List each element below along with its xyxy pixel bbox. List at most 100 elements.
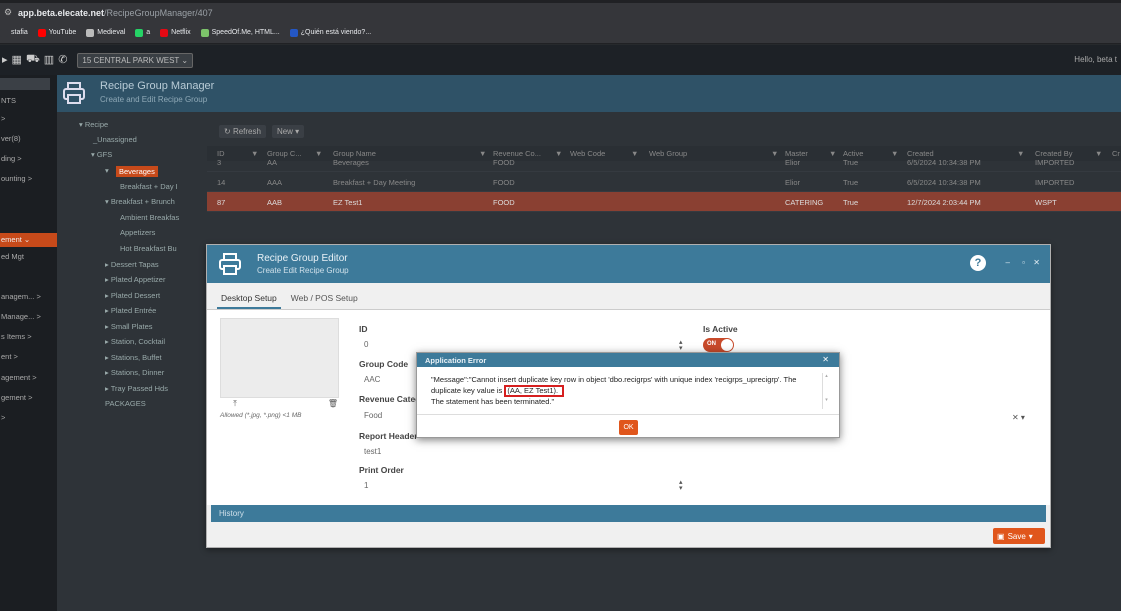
tree-node[interactable]: Beverages — [116, 166, 158, 177]
is-active-toggle[interactable]: ON — [703, 338, 734, 352]
bookmark-item[interactable]: Netflix — [160, 28, 191, 37]
location-select[interactable]: 15 CENTRAL PARK WEST ⌄ — [77, 52, 194, 68]
sidebar-item[interactable]: NTS — [0, 96, 57, 105]
table-cell-active: True — [843, 178, 859, 187]
tree-node[interactable]: _Unassigned — [93, 135, 137, 144]
error-line-2-prefix: duplicate key value is — [431, 386, 505, 395]
print-order-field[interactable]: 1 — [359, 478, 687, 494]
bookmark-item[interactable]: YouTube — [37, 28, 77, 37]
table-cell-created: 6/5/2024 10:34:38 PM — [907, 158, 981, 167]
image-dropzone[interactable] — [220, 318, 339, 398]
sidebar-item[interactable]: > — [0, 114, 57, 123]
help-icon[interactable]: ? — [970, 255, 986, 271]
report-header-field[interactable]: test1 — [359, 444, 687, 460]
site-info-icon[interactable]: ⚙ — [4, 8, 13, 17]
table-cell-name: EZ Test1 — [333, 198, 363, 207]
tree-node[interactable]: ▸ Plated Appetizer — [105, 275, 165, 284]
toggle-on-label: ON — [707, 341, 716, 347]
trash-icon[interactable]: 🗑 — [327, 398, 339, 410]
tab-desktop-setup[interactable]: Desktop Setup — [217, 291, 281, 309]
history-panel[interactable]: History — [211, 505, 1046, 522]
tree-node[interactable]: PACKAGES — [105, 399, 146, 408]
sidebar-item[interactable]: Manage... > — [0, 312, 57, 321]
browser-url-bar[interactable]: ⚙ app.beta.elecate.net /RecipeGroupManag… — [0, 0, 1121, 22]
error-scrollbar[interactable]: ▴ ▾ — [822, 373, 830, 409]
building-icon[interactable]: ▥ — [44, 53, 54, 67]
bookmark-item[interactable]: Medieval — [86, 28, 125, 37]
id-stepper-icon[interactable]: ▴ ▾ — [679, 339, 683, 352]
table-row[interactable]: 87 AAB EZ Test1 FOOD CATERING True 12/7/2024 2… — [207, 192, 1121, 212]
tree-node[interactable]: ▾ — [105, 166, 109, 175]
tree-node[interactable]: ▸ Station, Cocktail — [105, 337, 165, 346]
save-label: Save — [1007, 531, 1026, 541]
maximize-icon[interactable]: ▫ — [1022, 258, 1025, 267]
table-cell-id: 3 — [217, 158, 222, 167]
bookmark-item[interactable]: ¿Quién está viendo?... — [289, 28, 372, 37]
tree-node[interactable]: ▸ Small Plates — [105, 322, 153, 331]
table-row[interactable]: 3 AA Beverages FOOD Elior True 6/5/2024 10:34:… — [207, 152, 1121, 172]
upload-icon[interactable]: ⤒ — [229, 398, 241, 410]
sidebar-item[interactable]: ent > — [0, 352, 57, 361]
table-cell-revenue: FOOD — [493, 158, 515, 167]
id-field[interactable]: 0 — [359, 337, 687, 353]
close-icon[interactable]: ✕ — [822, 355, 829, 364]
tree-node[interactable]: Hot Breakfast Bu — [120, 244, 177, 253]
minimize-icon[interactable]: – — [1006, 258, 1010, 267]
url-path: /RecipeGroupManager/407 — [104, 7, 213, 18]
bookmark-label: ¿Quién está viendo?... — [300, 29, 372, 36]
save-button[interactable]: ▣ Save ▾ — [993, 528, 1045, 544]
tree-node[interactable]: ▾ GFS — [91, 150, 112, 159]
tree-node[interactable]: ▾ Breakfast + Brunch — [105, 197, 175, 206]
new-button[interactable]: New ▾ — [271, 125, 305, 138]
tree-node[interactable]: ▸ Tray Passed Hds — [105, 384, 168, 393]
sidebar-item[interactable]: gement > — [0, 393, 57, 402]
menu-icon[interactable]: ▸ — [2, 53, 8, 67]
table-cell-active: True — [843, 158, 859, 167]
table-cell-master: CATERING — [785, 198, 824, 207]
bookmark-item[interactable]: a — [135, 28, 150, 37]
tree-node[interactable]: Ambient Breakfas — [120, 213, 179, 222]
application-error-dialog: Application Error ✕ "Message":"Cannot in… — [416, 352, 840, 438]
refresh-button[interactable]: ↻ Refresh — [219, 125, 266, 138]
bookmark-item[interactable]: SpeedOf.Me, HTML... — [200, 28, 280, 37]
error-line-3: The statement has been terminated." — [431, 397, 555, 406]
print-order-stepper-icon[interactable]: ▴ ▾ — [679, 479, 683, 492]
sidebar-item[interactable]: ver(8) — [0, 134, 57, 143]
clear-select-icon[interactable]: ✕ ▾ — [1012, 413, 1025, 422]
ok-button[interactable]: OK — [619, 420, 638, 435]
calculator-icon[interactable]: ▦ — [12, 53, 22, 67]
tree-node[interactable]: ▸ Plated Entrée — [105, 306, 156, 315]
tree-node[interactable]: ▸ Plated Dessert — [105, 291, 160, 300]
truck-icon[interactable]: ⛟ — [26, 53, 40, 67]
sidebar-item[interactable]: anagem... > — [0, 292, 57, 301]
tree-node[interactable]: ▸ Dessert Tapas — [105, 260, 159, 269]
table-row[interactable]: 14 AAA Breakfast + Day Meeting FOOD Elior Tru… — [207, 172, 1121, 192]
sidebar-item[interactable]: ounting > — [0, 174, 57, 183]
folder-icon — [86, 28, 95, 37]
sidebar-item[interactable]: ement ⌄ — [0, 233, 57, 247]
close-icon[interactable]: ✕ — [1033, 258, 1040, 267]
youtube-icon — [37, 28, 46, 37]
sidebar-item[interactable]: agement > — [0, 373, 57, 382]
tree-node[interactable]: ▸ Stations, Buffet — [105, 353, 162, 362]
sidebar-search-input[interactable] — [0, 78, 50, 90]
tree-node[interactable]: ▾ Recipe — [79, 120, 108, 129]
sidebar-item[interactable]: > — [0, 413, 57, 422]
bookmark-item[interactable]: stafia — [0, 28, 28, 37]
error-line-2: duplicate key value is (AA, EZ Test1). — [431, 385, 823, 397]
bookmark-label: YouTube — [48, 29, 77, 36]
sidebar-item[interactable]: ding > — [0, 154, 57, 163]
phone-icon[interactable]: ✆ — [58, 53, 67, 67]
user-greeting[interactable]: Hello, beta t — [1074, 55, 1117, 64]
sidebar-item[interactable]: ed Mgt — [0, 252, 57, 261]
tab-web-pos-setup[interactable]: Web / POS Setup — [287, 291, 362, 309]
table-cell-created: 12/7/2024 2:03:44 PM — [907, 198, 981, 207]
revenue-category-label: Revenue Categ — [359, 394, 421, 404]
topbar-icons: ▸ ▦ ⛟ ▥ ✆ — [2, 53, 67, 67]
toggle-knob — [721, 339, 733, 351]
tree-node[interactable]: Breakfast + Day I — [120, 182, 178, 191]
tree-node[interactable]: Appetizers — [120, 228, 155, 237]
sidebar-item[interactable]: s Items > — [0, 332, 57, 341]
bookmarks-bar: stafia YouTube Medieval a Netflix SpeedOf.Me,… — [0, 22, 1121, 44]
tree-node[interactable]: ▸ Stations, Dinner — [105, 368, 164, 377]
